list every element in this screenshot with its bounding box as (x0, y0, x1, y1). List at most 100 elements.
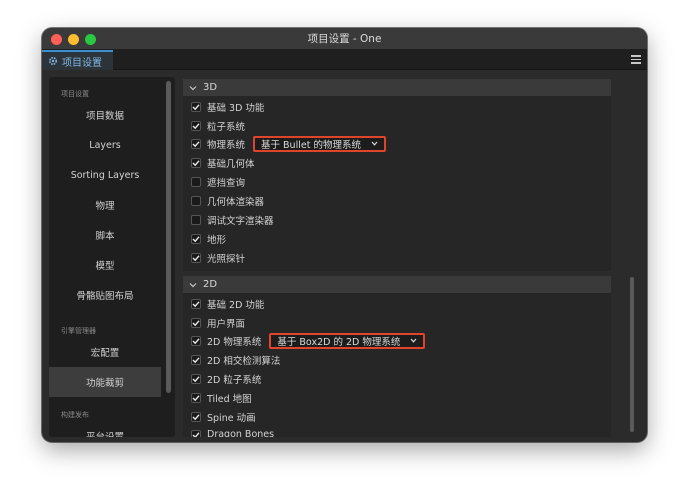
feature-label: 基础 3D 功能 (207, 102, 265, 114)
sidebar-group-label: 引擎管理器 (61, 327, 96, 335)
checkbox[interactable] (191, 335, 201, 346)
sidebar-item-project-data[interactable]: 项目数据 (49, 100, 161, 130)
check-icon (192, 300, 200, 307)
feature-label: 遮挡查询 (207, 177, 246, 189)
feature-row[interactable]: Spine 动画 (191, 407, 256, 426)
sidebar-item-feature-cropping[interactable]: 功能裁剪 (49, 367, 161, 397)
checkbox[interactable] (191, 317, 201, 328)
feature-label: 2D 粒子系统 (207, 374, 262, 386)
checkbox[interactable] (191, 252, 201, 263)
check-icon (192, 394, 200, 401)
section-header-3d[interactable]: 3D (183, 79, 611, 96)
gear-icon (48, 56, 58, 66)
checkbox[interactable] (191, 120, 201, 131)
check-icon (192, 431, 200, 437)
check-icon (192, 235, 200, 242)
check-icon (192, 337, 200, 344)
checkbox[interactable] (191, 392, 201, 403)
section-title: 3D (203, 82, 218, 93)
sidebar-item-layers[interactable]: Layers (49, 130, 161, 160)
checkbox[interactable] (191, 157, 201, 168)
sidebar: 项目设置 项目数据 Layers Sorting Layers 物理 脚本 模型… (49, 77, 175, 437)
sidebar-item-model[interactable]: 模型 (49, 250, 161, 280)
feature-row[interactable]: 遮挡查询 (191, 172, 245, 191)
checkbox[interactable] (191, 429, 201, 437)
checkbox[interactable] (191, 411, 201, 422)
chevron-down-icon (189, 85, 197, 90)
check-icon (192, 356, 200, 363)
feature-label: Tiled 地图 (207, 393, 252, 405)
feature-row[interactable]: 调试文字渲染器 (191, 210, 274, 229)
sidebar-group-label: 项目设置 (61, 90, 89, 98)
sidebar-item-platform-settings[interactable]: 平台设置 (49, 421, 161, 437)
sidebar-item-scripts[interactable]: 脚本 (49, 220, 161, 250)
checkbox[interactable] (191, 354, 201, 365)
sidebar-item-sorting-layers[interactable]: Sorting Layers (49, 160, 161, 190)
feature-label: 调试文字渲染器 (207, 215, 274, 227)
physics-2d-engine-select[interactable]: 基于 Box2D 的 2D 物理系统 (269, 332, 426, 349)
window-title: 项目设置 - One (307, 33, 382, 45)
feature-label: 2D 相交检测算法 (207, 355, 281, 367)
section-title: 2D (203, 279, 218, 290)
feature-row[interactable]: Dragon Bones (191, 425, 274, 437)
feature-label: 地形 (207, 234, 227, 246)
feature-label: 用户界面 (207, 318, 246, 330)
chevron-down-icon (189, 282, 197, 287)
check-icon (192, 122, 200, 129)
chevron-down-icon (410, 338, 417, 343)
checkbox[interactable] (191, 214, 201, 225)
sidebar-item-macro-config[interactable]: 宏配置 (49, 337, 161, 367)
minimize-button[interactable] (68, 34, 79, 45)
feature-row[interactable]: Tiled 地图 (191, 388, 252, 407)
checkbox[interactable] (191, 101, 201, 112)
check-icon (192, 103, 200, 110)
project-settings-window: 项目设置 - One 项目设置 项目设置 项目数据 Layers Sorting… (42, 28, 647, 442)
title-bar: 项目设置 - One (42, 28, 647, 50)
feature-label: 物理系统 (207, 139, 246, 151)
select-value: 基于 Box2D 的 2D 物理系统 (277, 336, 401, 348)
select-value: 基于 Bullet 的物理系统 (261, 139, 361, 151)
feature-row[interactable]: 基础几何体 (191, 153, 255, 172)
window-controls (51, 34, 96, 45)
feature-row[interactable]: 几何体渲染器 (191, 191, 264, 210)
physics-engine-select[interactable]: 基于 Bullet 的物理系统 (253, 135, 386, 152)
check-icon (192, 413, 200, 420)
sidebar-scrollbar[interactable] (166, 81, 171, 393)
feature-label: 基础几何体 (207, 158, 255, 170)
feature-label: 粒子系统 (207, 121, 246, 133)
feature-row[interactable]: 物理系统 基于 Bullet 的物理系统 (191, 134, 386, 153)
tab-project-settings[interactable]: 项目设置 (42, 50, 113, 70)
feature-label: 光照探针 (207, 253, 246, 265)
feature-row[interactable]: 2D 粒子系统 (191, 369, 261, 388)
feature-row[interactable]: 2D 物理系统 基于 Box2D 的 2D 物理系统 (191, 331, 426, 350)
feature-label: Dragon Bones (207, 429, 275, 437)
sidebar-group-label: 构建发布 (61, 411, 89, 419)
feature-row[interactable]: 地形 (191, 229, 226, 248)
feature-row[interactable]: 2D 相交检测算法 (191, 350, 280, 369)
checkbox[interactable] (191, 195, 201, 206)
tab-bar: 项目设置 (42, 50, 647, 70)
checkbox[interactable] (191, 298, 201, 309)
checkbox[interactable] (191, 176, 201, 187)
feature-row[interactable]: 基础 3D 功能 (191, 97, 264, 116)
check-icon (192, 159, 200, 166)
feature-row[interactable]: 光照探针 (191, 248, 245, 267)
feature-cropping-panel: 3D 基础 3D 功能 粒子系统 物理系统 基于 Bullet 的物理系统 基础… (183, 77, 638, 437)
feature-row[interactable]: 基础 2D 功能 (191, 294, 264, 313)
content-scrollbar[interactable] (630, 277, 634, 432)
sidebar-item-physics[interactable]: 物理 (49, 190, 161, 220)
checkbox[interactable] (191, 233, 201, 244)
menu-icon[interactable] (631, 55, 641, 64)
section-header-2d[interactable]: 2D (183, 276, 611, 293)
checkbox[interactable] (191, 138, 201, 149)
feature-row[interactable]: 粒子系统 (191, 116, 245, 135)
feature-row[interactable]: 用户界面 (191, 313, 245, 332)
close-button[interactable] (51, 34, 62, 45)
checkbox[interactable] (191, 373, 201, 384)
sidebar-item-skeleton-atlas[interactable]: 骨骼贴图布局 (49, 280, 161, 310)
check-icon (192, 375, 200, 382)
zoom-button[interactable] (85, 34, 96, 45)
feature-label: 几何体渲染器 (207, 196, 265, 208)
check-icon (192, 319, 200, 326)
check-icon (192, 140, 200, 147)
